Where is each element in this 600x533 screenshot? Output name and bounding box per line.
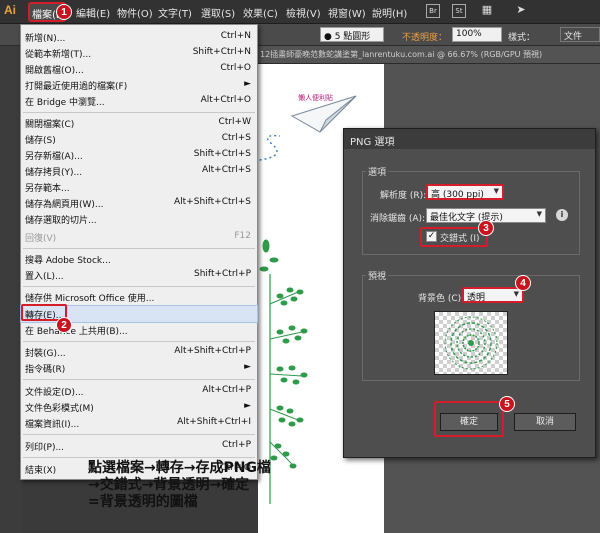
menu-item-open-recent[interactable]: 打開最近使用過的檔案(F) ► (21, 77, 257, 93)
menu-window[interactable]: 視窗(W) (328, 5, 366, 20)
menu-item-revert[interactable]: 回復(V) F12 (21, 229, 257, 245)
menu-item-scripts[interactable]: 指令碼(R) ► (21, 360, 257, 376)
background-color-label: 背景色 (C): (418, 294, 465, 304)
send-icon[interactable]: ➤ (514, 4, 528, 18)
menu-item-package[interactable]: 封裝(G)... Alt+Shift+Ctrl+P (21, 344, 257, 360)
menu-object[interactable]: 物件(O) (117, 5, 153, 20)
menu-item-save-copy[interactable]: 儲存拷貝(Y)... Alt+Ctrl+S (21, 163, 257, 179)
menu-item-open[interactable]: 開啟舊檔(O)... Ctrl+O (21, 61, 257, 77)
resolution-label: 解析度 (R): (380, 191, 427, 201)
antialias-label: 消除鋸齒 (A): (370, 214, 426, 224)
document-setup-button[interactable]: 文件 (560, 27, 600, 42)
opacity-input[interactable]: 100% (452, 27, 502, 42)
menu-item-save-as[interactable]: 另存新檔(A)... Shift+Ctrl+S (21, 147, 257, 163)
menu-view[interactable]: 檢視(V) (286, 5, 321, 20)
chevron-down-icon: ▼ (513, 290, 519, 298)
menu-item-print[interactable]: 列印(P)... Ctrl+P (21, 438, 257, 454)
menu-help[interactable]: 說明(H) (372, 5, 407, 20)
file-menu-dropdown: 新增(N)... Ctrl+N 從範本新增(T)... Shift+Ctrl+N 開… (20, 24, 258, 480)
menu-item-file-info[interactable]: 檔案資訊(I)... Alt+Shift+Ctrl+I (21, 415, 257, 431)
menu-type[interactable]: 文字(T) (158, 5, 192, 20)
dialog-title: PNG 選項 (344, 129, 595, 149)
stock-icon[interactable]: St (452, 4, 466, 18)
menu-item-new-from-template[interactable]: 從範本新增(T)... Shift+Ctrl+N (21, 45, 257, 61)
wreath-preview-image (444, 316, 498, 370)
chevron-down-icon: ▼ (536, 210, 542, 218)
info-icon[interactable]: i (556, 209, 568, 221)
ok-button[interactable]: 確定 (440, 413, 498, 431)
menu-item-new[interactable]: 新增(N)... Ctrl+N (21, 29, 257, 45)
style-label: 樣式： (508, 33, 536, 43)
instruction-annotation: 點選檔案→轉存→存成PNG檔 →交錯式→背景透明→確定 =背景透明的圖檔 (88, 460, 348, 511)
annotation-line-1: 點選檔案→轉存→存成PNG檔 (88, 460, 271, 476)
menu-separator (23, 341, 255, 342)
menu-item-save-for-web[interactable]: 儲存為網頁用(W)... Alt+Shift+Ctrl+S (21, 195, 257, 211)
stroke-profile-select[interactable]: ● 5 點圓形 (320, 27, 384, 42)
menu-item-save-template[interactable]: 另存範本... (21, 179, 257, 195)
cancel-button[interactable]: 取消 (514, 413, 576, 431)
step-4-marker: 4 (515, 275, 531, 291)
menu-item-place[interactable]: 置入(L)... Shift+Ctrl+P (21, 267, 257, 283)
menu-separator (23, 379, 255, 380)
menu-separator (23, 248, 255, 249)
chevron-down-icon: ▼ (493, 187, 499, 195)
step-3-marker: 3 (478, 220, 494, 236)
menu-select[interactable]: 選取(S) (201, 5, 235, 20)
background-color-select[interactable]: 透明 ▼ (462, 287, 524, 303)
bridge-icon[interactable]: Br (426, 4, 440, 18)
menu-item-document-setup[interactable]: 文件設定(D)... Alt+Ctrl+P (21, 383, 257, 399)
menu-separator (23, 286, 255, 287)
menu-effect[interactable]: 效果(C) (243, 5, 278, 20)
step-1-marker: 1 (56, 4, 72, 20)
annotation-line-3: =背景透明的圖檔 (88, 494, 198, 510)
tools-panel (0, 24, 22, 533)
workspace-grid-icon[interactable]: ▦ (480, 4, 494, 18)
menu-bar: Ai 檔案(F) 編輯(E) 物件(O) 文字(T) 選取(S) 效果(C) 檢… (0, 0, 600, 24)
illustrator-logo: Ai (4, 3, 16, 17)
menu-item-color-mode[interactable]: 文件色彩模式(M) ► (21, 399, 257, 415)
menu-separator (23, 457, 255, 458)
opacity-label: 不透明度： (402, 33, 448, 43)
step-5-marker: 5 (499, 396, 515, 412)
menu-separator (23, 112, 255, 113)
preview-thumbnail (434, 311, 508, 375)
annotation-line-2: →交錯式→背景透明→確定 (88, 477, 250, 493)
menu-item-save-slices[interactable]: 儲存選取的切片... (21, 211, 257, 227)
png-options-dialog: PNG 選項 選項 解析度 (R): 高 (300 ppi) ▼ 消除鋸齒 (A… (343, 128, 596, 458)
menu-separator (23, 434, 255, 435)
interlace-label: 交錯式 (I) (440, 234, 480, 244)
menu-edit[interactable]: 編輯(E) (76, 5, 110, 20)
menu-item-search-stock[interactable]: 搜尋 Adobe Stock... (21, 251, 257, 267)
preview-group-title: 預視 (366, 269, 389, 282)
step-2-marker: 2 (56, 317, 72, 333)
interlace-checkbox[interactable]: ✓ (426, 231, 437, 242)
options-group-title: 選項 (366, 165, 389, 178)
menu-item-browse-bridge[interactable]: 在 Bridge 中瀏覽... Alt+Ctrl+O (21, 93, 257, 109)
menu-item-save-office[interactable]: 儲存供 Microsoft Office 使用... (21, 289, 257, 305)
document-tab[interactable]: 12插畫師豪晚范數蛇講塗第_lanrentuku.com.ai @ 66.67%… (260, 49, 542, 60)
menu-item-save[interactable]: 儲存(S) Ctrl+S (21, 131, 257, 147)
document-tab-bar: 12插畫師豪晚范數蛇講塗第_lanrentuku.com.ai @ 66.67%… (258, 46, 600, 64)
menu-item-close[interactable]: 關閉檔案(C) Ctrl+W (21, 115, 257, 131)
resolution-select[interactable]: 高 (300 ppi) ▼ (426, 184, 504, 200)
svg-text:懶人便利貼: 懶人便利貼 (298, 93, 333, 102)
